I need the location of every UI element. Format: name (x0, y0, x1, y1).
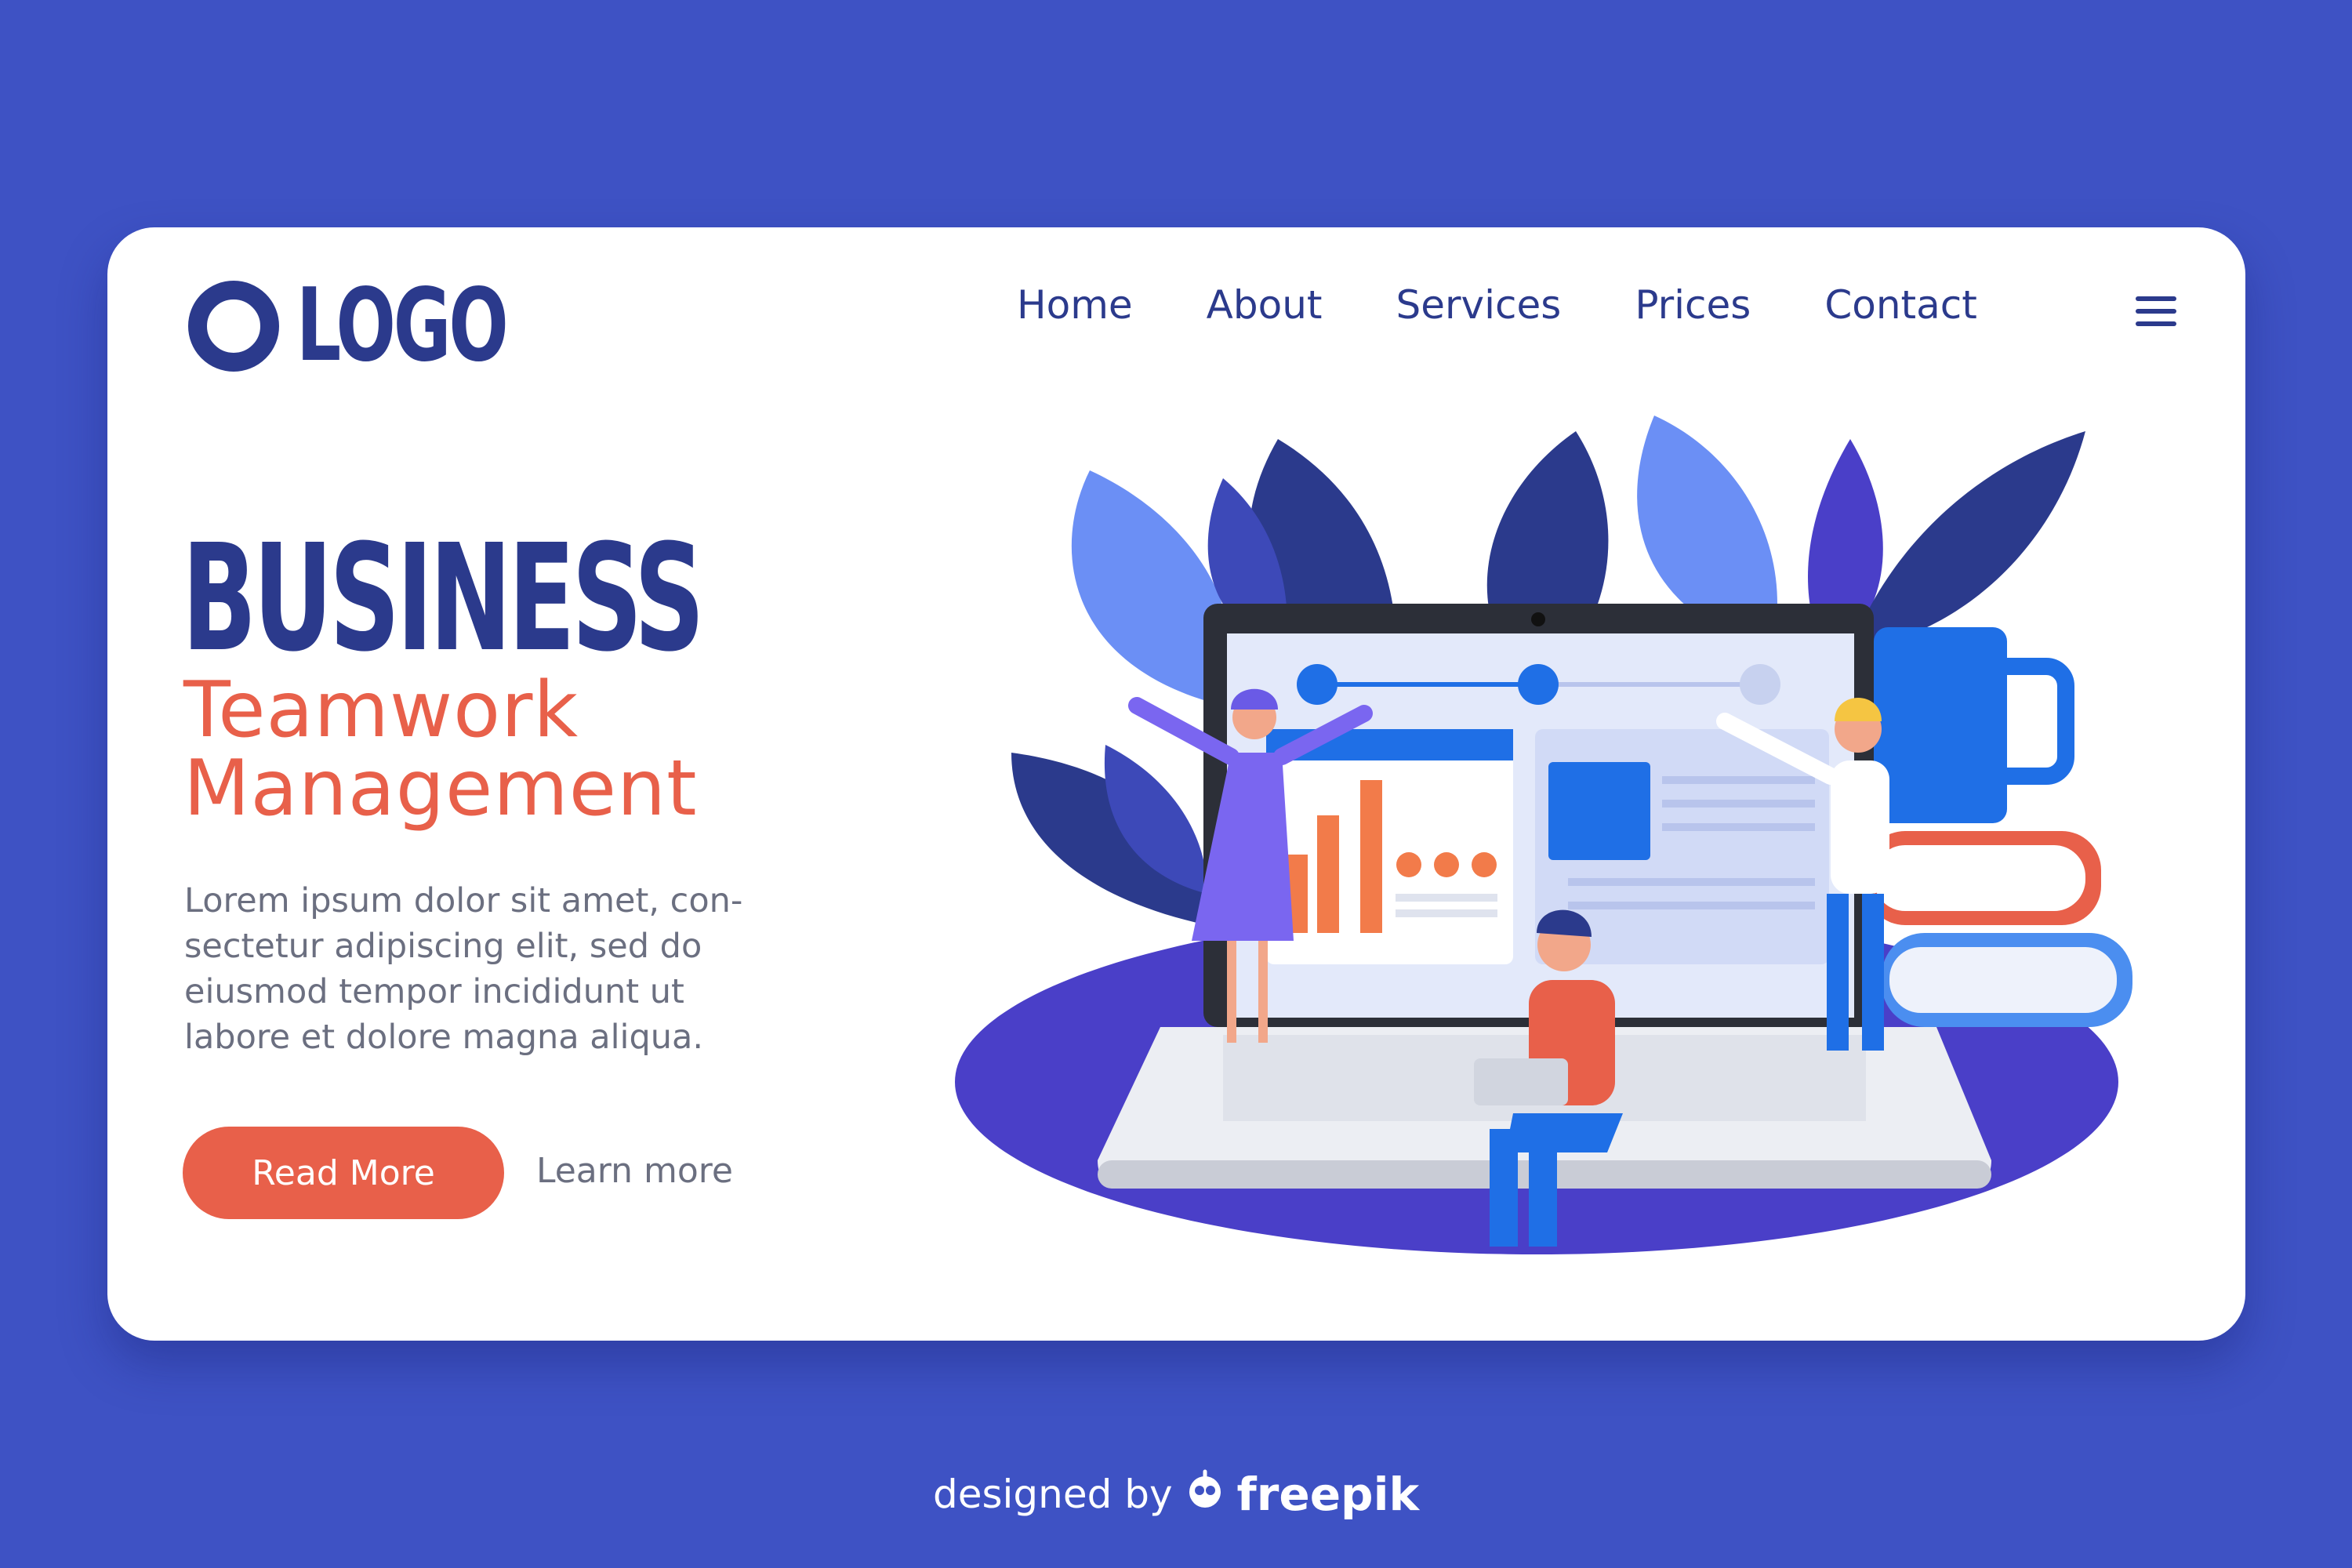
freepik-mascot-icon (1184, 1468, 1226, 1520)
footer-brand[interactable]: freepik (1237, 1468, 1419, 1521)
footer-prefix: designed by (932, 1472, 1173, 1517)
teamwork-illustration (955, 416, 2132, 1254)
footer-credit: designed by freepik (0, 1468, 2352, 1521)
coffee-mug (1874, 627, 2074, 823)
book-stack (1866, 831, 2132, 1027)
landing-card: LOGO Home About Services Prices Contact … (107, 227, 2245, 1341)
